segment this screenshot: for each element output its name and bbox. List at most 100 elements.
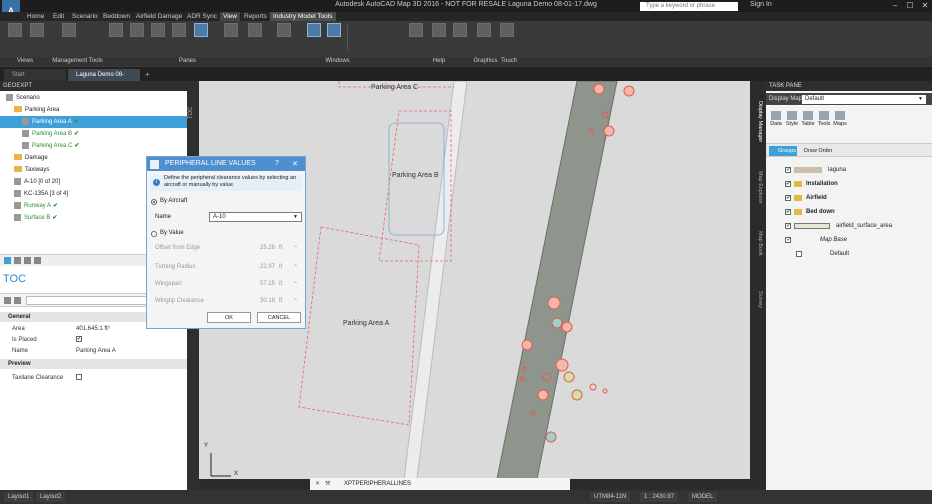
ribbon-button[interactable] [6,23,24,53]
ribbon-button[interactable] [170,23,188,53]
ribbon-button[interactable] [192,23,210,53]
categorized-icon[interactable] [4,297,11,304]
layer-row[interactable]: ✔ Map Base [766,233,932,247]
grid-view-icon[interactable] [14,257,21,264]
ribbon-button[interactable] [149,23,167,53]
command-line[interactable]: ✕ ⚒ XPTPERIPHERALLINES [310,478,570,490]
section-preview[interactable]: Preview [0,359,187,369]
layer-checkbox[interactable]: ✔ [785,209,791,215]
turning-radius-value[interactable]: 22.97 [235,264,275,270]
layer-checkbox[interactable]: ✔ [785,195,791,201]
tab-airfield-damage[interactable]: Airfield Damage [133,12,185,21]
data-icon [771,111,781,120]
sign-in-button[interactable]: Sign In [750,1,772,8]
is-placed-checkbox[interactable]: ✔ [76,336,82,343]
tab-laguna-demo[interactable]: Laguna Demo 08-01-17* [68,69,140,90]
ribbon-button[interactable] [498,23,516,53]
new-tab-icon[interactable]: + [145,70,150,79]
sort-icon[interactable] [14,297,21,304]
maximize-icon[interactable]: ☐ [903,1,917,11]
tab-start[interactable]: Start [4,69,66,81]
ribbon-button[interactable] [222,23,240,53]
taxilane-clearance-checkbox[interactable] [76,374,82,381]
ribbon-button[interactable] [128,23,146,53]
settings-icon[interactable] [34,257,41,264]
tab-reports[interactable]: Reports [241,12,270,21]
ribbon-button[interactable] [407,23,425,53]
tab-home[interactable]: Home [24,12,47,21]
tree-item[interactable]: Parking Area B ✔ [0,128,187,140]
layer-row[interactable]: ✔ Installation [766,177,932,191]
search-input[interactable]: Type a keyword or phrase [640,2,738,11]
ribbon-button[interactable] [475,23,493,53]
style-tool[interactable]: Style [784,111,800,127]
tab-map-explorer[interactable]: Map Explorer [757,171,763,204]
ribbon-button[interactable] [246,23,264,53]
layer-checkbox[interactable]: ✔ [785,181,791,187]
layers-icon[interactable] [24,257,31,264]
table-tool[interactable]: Table [800,111,816,127]
close-icon[interactable]: ✕ [292,160,298,168]
tab-survey[interactable]: Survey [757,291,763,308]
ribbon-button[interactable] [305,23,323,53]
offset-from-edge-value[interactable]: 25.26 [235,245,275,251]
layer-row[interactable]: ✔ airfield_surface_area [766,219,932,233]
tools-tool[interactable]: Tools [816,111,832,127]
tree-item[interactable]: Parking Area [0,104,187,116]
tab-adr-sync[interactable]: ADR Sync [184,12,220,21]
layer-checkbox[interactable] [796,251,802,257]
by-value-radio[interactable] [151,231,157,237]
ok-button[interactable]: OK [207,312,251,323]
tab-edit[interactable]: Edit [50,12,67,21]
ribbon-button[interactable] [275,23,293,53]
ribbon-button[interactable] [451,23,469,53]
layer-checkbox[interactable]: ✔ [785,223,791,229]
aircraft-name-select[interactable]: A-10 ▼ [209,212,302,222]
tab-beddown[interactable]: Beddown [100,12,133,21]
display-map-select[interactable]: Default ▼ [802,95,926,104]
stepper-icon[interactable]: ⌃ [293,281,298,288]
model-space-toggle[interactable]: MODEL [688,492,718,502]
layer-row[interactable]: ✔ Airfield [766,191,932,205]
minimize-icon[interactable]: – [888,1,902,11]
layer-row[interactable]: ✔ laguna [766,163,932,177]
stepper-icon[interactable]: ⌃ [293,245,298,252]
layout-tab[interactable]: Layout2 [36,492,66,502]
wingspan-value[interactable]: 57.15 [235,281,275,287]
tab-display-manager[interactable]: Display Manager [757,101,763,142]
map-scale[interactable]: 1 : 2430.97 [640,492,679,502]
ribbon-button[interactable] [107,23,125,53]
stepper-icon[interactable]: ⌃ [293,298,298,305]
layout-tab[interactable]: Layout1 [4,492,34,502]
layer-row[interactable]: Default [766,247,932,261]
info-icon: i [153,179,160,186]
layer-checkbox[interactable]: ✔ [785,167,791,173]
maps-tool[interactable]: Maps [832,111,848,127]
tab-view[interactable]: View [220,12,240,21]
help-icon[interactable]: ? [275,160,279,167]
ribbon-button[interactable] [430,23,448,53]
close-cmd-icon[interactable]: ✕ [315,478,320,490]
wingtip-clearance-value[interactable]: 30.18 [235,298,275,304]
cancel-button[interactable]: CANCEL [257,312,301,323]
tab-industry-model-tools[interactable]: Industry Model Tools [270,12,336,21]
ribbon-button[interactable] [325,23,343,53]
close-icon[interactable]: ✕ [918,1,932,11]
list-view-icon[interactable] [4,257,11,264]
data-tool[interactable]: Data [768,111,784,127]
tab-scenario[interactable]: Scenario [69,12,101,21]
tree-item[interactable]: Parking Area C ✔ [0,140,187,152]
by-aircraft-radio[interactable] [151,199,157,205]
coordinate-system[interactable]: UTM84-11N [590,492,631,502]
ribbon-button[interactable] [60,23,78,53]
ribbon-button[interactable] [28,23,46,53]
tab-map-book[interactable]: Map Book [757,231,763,256]
draw-order-button[interactable]: Draw Order [804,146,832,156]
layer-checkbox[interactable]: ✔ [785,237,791,243]
layer-row[interactable]: ✔ Bed down [766,205,932,219]
stepper-icon[interactable]: ⌃ [293,264,298,271]
groups-button[interactable]: Groups [769,146,797,156]
tree-item[interactable]: Scenario [0,92,187,104]
wrench-icon[interactable]: ⚒ [325,478,330,490]
tree-item[interactable]: Parking Area A ✔ [0,116,187,128]
